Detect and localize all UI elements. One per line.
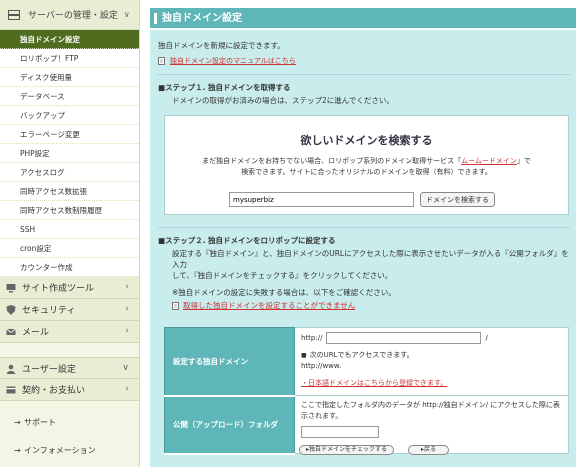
sidebar-link-support[interactable]: サポート [0, 409, 139, 437]
page-title: 独自ドメイン設定 [154, 13, 242, 24]
sidebar-item-ftp[interactable]: ロリポップ！FTP [0, 49, 139, 68]
url-prefix: http:// [301, 333, 323, 342]
document-icon [158, 57, 165, 65]
sidebar-item-billing[interactable]: 契約・お支払い › [0, 379, 139, 401]
url-example: http://www. [301, 362, 342, 370]
step1-subtitle: ドメインの取得がお済みの場合は、ステップ2に進んでください。 [172, 96, 394, 105]
domain-setup-failure-label: 取得した独自ドメインを設定することができません [183, 301, 356, 310]
chevron-down-icon: ∨ [122, 363, 129, 373]
server-submenu: 独自ドメイン設定 ロリポップ！FTP ディスク使用量 データベース バックアップ… [0, 30, 139, 277]
domain-search-input[interactable] [229, 192, 414, 207]
mail-icon [6, 328, 16, 335]
sidebar-item-concurrent-expand[interactable]: 同時アクセス数拡張 [0, 182, 139, 201]
user-icon [6, 364, 16, 374]
search-title: 欲しいドメインを検索する [300, 134, 433, 147]
domain-input[interactable] [326, 332, 482, 344]
step2-line2: して、『独自ドメインをチェックする』をクリックしてください。 [172, 271, 393, 280]
action-buttons: ▸独自ドメインをチェックする ▸戻る [289, 445, 450, 455]
manual-link[interactable]: 独自ドメイン設定のマニュアルはこちら [158, 56, 570, 66]
sidebar: サーバーの管理・設定 ∨ 独自ドメイン設定 ロリポップ！FTP ディスク使用量 … [0, 0, 140, 467]
sidebar-item-label: ユーザー設定 [22, 364, 76, 375]
step1-title: ■ステップ１. 独自ドメインを取得する [158, 83, 291, 92]
shield-icon [6, 305, 16, 315]
domain-row-label: 設定する独自ドメイン [164, 327, 295, 397]
sidebar-item-php[interactable]: PHP設定 [0, 144, 139, 163]
check-domain-button[interactable]: ▸独自ドメインをチェックする [299, 445, 395, 455]
sidebar-item-label: メール [22, 328, 50, 338]
sidebar-item-backup[interactable]: バックアップ [0, 106, 139, 125]
step2-note: ※独自ドメインの設定に失敗する場合は、以下をご確認ください。 [172, 288, 396, 297]
sidebar-item-concurrent-history[interactable]: 同時アクセス数制限履歴 [0, 201, 139, 220]
muumuu-domain-link[interactable]: ムームードメイン [461, 157, 517, 165]
search-row: ドメインを検索する [229, 192, 495, 207]
domain-settings-table: 設定する独自ドメイン http:// / ■ 次のURLでもアクセスできます。 h… [164, 327, 569, 455]
monitor-icon [6, 284, 16, 293]
step2-line1: 設定する『独自ドメイン』と、独自ドメインのURLにアクセスした際に表示させたいデ… [172, 249, 569, 269]
bullet-icon: ■ [301, 352, 307, 359]
sidebar-item-database[interactable]: データベース [0, 87, 139, 106]
chevron-right-icon: › [125, 304, 129, 314]
folder-description: ここで指定したフォルダ内のデータが http://独自ドメイン/ にアクセスした… [301, 401, 560, 420]
step2-instructions: 設定する『独自ドメイン』と、独自ドメインのURLにアクセスした際に表示させたいデ… [172, 248, 570, 281]
sidebar-item-domain-settings[interactable]: 独自ドメイン設定 [0, 30, 139, 49]
divider [158, 227, 570, 228]
sidebar-item-label: サイト作成ツール [22, 284, 95, 294]
sidebar-item-mail[interactable]: メール › [0, 321, 139, 343]
sidebar-item-label: 契約・お支払い [22, 386, 86, 396]
page-description: 独自ドメインを新規に設定できます。 [158, 41, 285, 50]
sidebar-item-ssh[interactable]: SSH [0, 220, 139, 239]
page-title-bar: 独自ドメイン設定 [150, 8, 576, 30]
chevron-right-icon: › [125, 282, 129, 292]
document-icon [172, 301, 179, 310]
sidebar-item-security[interactable]: セキュリティ › [0, 299, 139, 321]
table-row: 設定する独自ドメイン http:// / ■ 次のURLでもアクセスできます。 h… [164, 327, 569, 397]
manual-link-label: 独自ドメイン設定のマニュアルはこちら [170, 57, 296, 65]
sidebar-link-information[interactable]: インフォメーション [0, 437, 139, 465]
url-note-row: ■ 次のURLでもアクセスできます。 [301, 350, 562, 361]
divider [158, 74, 570, 75]
chevron-right-icon: › [125, 384, 129, 394]
domain-setup-failure-link[interactable]: 取得した独自ドメインを設定することができません [172, 300, 570, 311]
sidebar-item-site-tools[interactable]: サイト作成ツール › [0, 277, 139, 299]
card-icon [6, 386, 16, 394]
folder-row-label: 公開（アップロード）フォルダ [164, 395, 295, 455]
sidebar-item-error-page[interactable]: エラーページ変更 [0, 125, 139, 144]
domain-search-box: 欲しいドメインを検索する まだ独自ドメインをお持ちでない場合、ロリポップ系列のド… [164, 115, 569, 215]
url-suffix: / [485, 333, 488, 342]
search-description: まだ独自ドメインをお持ちでない場合、ロリポップ系列のドメイン取得サービス「ムーム… [165, 156, 568, 178]
main-content: 独自ドメインを新規に設定できます。 独自ドメイン設定のマニュアルはこちら ■ステ… [150, 30, 576, 467]
domain-url-row: http:// / [301, 332, 562, 344]
sidebar-item-cron[interactable]: cron設定 [0, 239, 139, 258]
sidebar-section-server[interactable]: サーバーの管理・設定 ∨ [0, 0, 139, 30]
sidebar-item-label: セキュリティ [22, 306, 76, 316]
search-desc-line2: 検索できます。サイトに合ったオリジナルのドメインを取得（有料）できます。 [241, 168, 492, 176]
domain-search-button[interactable]: ドメインを検索する [420, 192, 495, 207]
chevron-down-icon: ∨ [123, 10, 130, 19]
main-panel: 独自ドメイン設定 独自ドメインを新規に設定できます。 独自ドメイン設定のマニュア… [150, 8, 576, 467]
search-desc-prefix: まだ独自ドメインをお持ちでない場合、ロリポップ系列のドメイン取得サービス「 [202, 157, 462, 165]
sidebar-item-disk-usage[interactable]: ディスク使用量 [0, 68, 139, 87]
sidebar-section-label: サーバーの管理・設定 [28, 11, 118, 21]
public-folder-input[interactable] [301, 426, 379, 438]
sidebar-item-user-settings[interactable]: ユーザー設定 ∨ [0, 357, 139, 379]
back-button[interactable]: ▸戻る [408, 445, 450, 455]
sidebar-item-counter[interactable]: カウンター作成 [0, 258, 139, 277]
sidebar-item-access-log[interactable]: アクセスログ [0, 163, 139, 182]
domain-row-value: http:// / ■ 次のURLでもアクセスできます。 http://www. … [294, 327, 569, 396]
japanese-domain-link[interactable]: ・日本語ドメインはこちらから登録できます。 [301, 378, 562, 389]
url-note: 次のURLでもアクセスできます。 [309, 351, 414, 359]
chevron-right-icon: › [125, 326, 129, 336]
step2-title: ■ステップ２. 独自ドメインをロリポップに設定する [158, 236, 336, 245]
server-icon [8, 9, 20, 20]
search-desc-suffix: 」で [516, 157, 531, 165]
